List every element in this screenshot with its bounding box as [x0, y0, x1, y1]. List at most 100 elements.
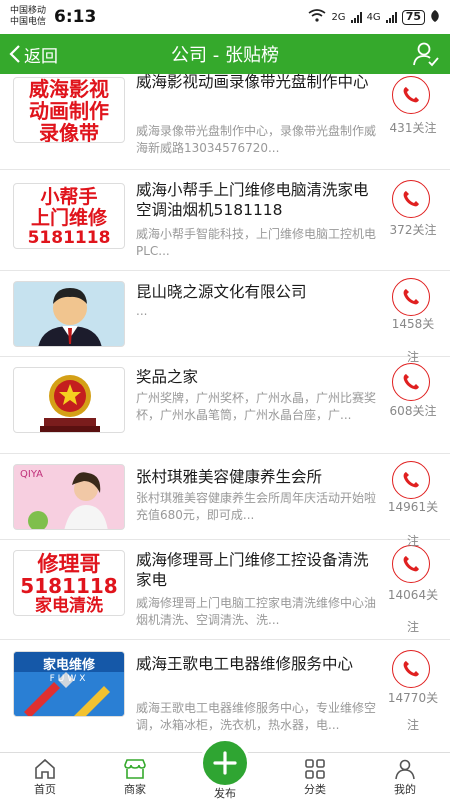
call-button[interactable]: [392, 76, 430, 114]
tab-category[interactable]: 分类: [280, 753, 350, 801]
phone-icon: [403, 87, 419, 103]
thumb-text: 动画制作: [29, 99, 109, 123]
phone-icon: [403, 289, 419, 305]
list-item[interactable]: 威海影视 动画制作 录像带 威海影视动画录像带光盘制作中心 威海录像带光盘制作中…: [0, 74, 450, 170]
company-name: 奖品之家: [136, 368, 199, 386]
tab-publish-label: 发布: [214, 787, 236, 800]
company-desc: ...: [136, 304, 148, 318]
list-item[interactable]: 修理哥 5181118 家电清洗 威海修理哥上门维修工控设备清洗家电 威海修理哥…: [0, 540, 450, 640]
phone-icon: [403, 191, 419, 207]
company-desc: 张村琪雅美容健康养生会所周年庆活动开始啦 充值680元，即可成...: [136, 491, 386, 522]
thumb-text: 小帮手: [40, 186, 98, 208]
item-thumbnail: QIYA: [13, 464, 125, 530]
back-button[interactable]: 返回: [0, 34, 90, 74]
follow-count: 14064关: [387, 588, 439, 602]
list-item[interactable]: 奖品之家 广州奖牌，广州奖杯，广州水晶，广州比赛奖杯，广州水晶笔筒，广州水晶台座…: [0, 357, 450, 454]
phone-icon: [403, 556, 419, 572]
follow-count-wrap: 注: [406, 620, 419, 634]
company-name: 威海小帮手上门维修电脑清洗家电空调油烟机5181118: [136, 181, 369, 219]
company-desc: 广州奖牌，广州奖杯，广州水晶，广州比赛奖杯，广州水晶笔筒，广州水晶台座，广...: [136, 391, 377, 422]
tab-label: 我的: [394, 783, 416, 796]
network-4g-label: 4G: [366, 11, 381, 23]
item-thumbnail: 修理哥 5181118 家电清洗: [13, 550, 125, 616]
tab-merchant[interactable]: 商家: [100, 753, 170, 801]
thumb-text: 录像带: [39, 121, 99, 143]
user-icon: [395, 759, 415, 780]
follow-count: 431关注: [389, 121, 437, 135]
leaf-icon: [430, 9, 440, 25]
company-name: 昆山晓之源文化有限公司: [136, 283, 307, 301]
call-button[interactable]: [392, 461, 430, 499]
store-icon: [124, 759, 146, 779]
home-icon: [35, 758, 55, 779]
avatar-icon: [38, 288, 102, 346]
item-thumbnail: [13, 281, 125, 347]
tab-label: 商家: [124, 783, 146, 796]
tab-home[interactable]: 首页: [10, 753, 80, 801]
grid-icon: [305, 759, 325, 779]
thumb-text: 上门维修: [30, 207, 107, 229]
company-name: 威海影视动画录像带光盘制作中心: [136, 74, 369, 91]
publish-button[interactable]: [200, 738, 250, 788]
nav-bar: 返回 公司 - 张贴榜: [0, 34, 450, 74]
tab-label: 分类: [304, 783, 326, 796]
tab-label: 首页: [34, 783, 56, 796]
list-item[interactable]: 昆山晓之源文化有限公司 ... 1458关: [0, 271, 450, 357]
thumb-text: QIYA: [20, 469, 43, 480]
call-button[interactable]: [392, 180, 430, 218]
call-button[interactable]: [392, 278, 430, 316]
follow-count: 372关注: [389, 223, 437, 237]
follow-count: 14770关: [387, 691, 439, 705]
status-bar: 中国移动 中国电信 6:13 2G 4G 75: [0, 0, 450, 34]
phone-icon: [403, 374, 419, 390]
clock: 6:13: [54, 7, 97, 27]
follow-count-wrap: 注: [406, 350, 419, 364]
signal-icon-2: [385, 11, 397, 23]
company-desc: 威海王歌电工电器维修服务中心，专业维修空调，冰箱冰柜，洗衣机，热水器，电...: [136, 701, 377, 732]
call-button[interactable]: [392, 650, 430, 688]
company-name: 威海修理哥上门维修工控设备清洗家电: [136, 551, 369, 589]
emblem-icon: [40, 375, 100, 432]
call-button[interactable]: [392, 363, 430, 401]
follow-count-wrap: 注: [406, 718, 419, 732]
thumb-text: 5181118: [27, 228, 111, 248]
call-button[interactable]: [392, 545, 430, 583]
follow-count: 608关注: [389, 404, 437, 418]
battery-level: 75: [401, 9, 425, 25]
chevron-left-icon: [9, 45, 20, 63]
phone-icon: [403, 661, 419, 677]
company-desc: 威海录像带光盘制作中心，录像带光盘制作威海新威路13034576720...: [136, 124, 377, 155]
follow-count: 14961关: [387, 500, 439, 514]
thumb-text: 家电清洗: [35, 596, 103, 616]
company-list: 威海影视 动画制作 录像带 威海影视动画录像带光盘制作中心 威海录像带光盘制作中…: [0, 74, 450, 752]
phone-icon: [403, 472, 419, 488]
thumb-text: FUWX: [49, 674, 89, 684]
status-indicators: 2G 4G 75: [308, 9, 440, 25]
wifi-icon: [308, 9, 326, 25]
user-check-icon[interactable]: [412, 41, 440, 67]
item-thumbnail: 小帮手 上门维修 5181118: [13, 183, 125, 249]
list-item[interactable]: QIYA 张村琪雅美容健康养生会所 张村琪雅美容健康养生会所周年庆活动开始啦 充…: [0, 454, 450, 540]
thumb-text: 5181118: [20, 574, 118, 598]
carrier-2: 中国电信: [10, 17, 47, 27]
tab-mine[interactable]: 我的: [370, 753, 440, 801]
thumb-text: 修理哥: [37, 552, 101, 576]
company-name: 威海王歌电工电器维修服务中心: [136, 655, 354, 673]
company-name: 张村琪雅美容健康养生会所: [136, 468, 323, 486]
item-thumbnail: 威海影视 动画制作 录像带: [13, 77, 125, 143]
network-2g-label: 2G: [331, 11, 346, 23]
carrier-1: 中国移动: [10, 6, 47, 16]
back-label: 返回: [24, 46, 58, 67]
company-desc: 威海修理哥上门电脑工控家电清洗维修中心油烟机清洗、空调清洗、洗...: [136, 596, 377, 627]
follow-count-wrap: 注: [406, 534, 419, 548]
carrier-labels: 中国移动 中国电信: [10, 6, 46, 28]
thumb-text: 家电维修: [42, 658, 95, 673]
item-thumbnail: [13, 367, 125, 433]
company-desc: 威海小帮手智能科技，上门维修电脑工控机电PLC...: [136, 227, 377, 258]
list-item[interactable]: 小帮手 上门维修 5181118 威海小帮手上门维修电脑清洗家电空调油烟机518…: [0, 170, 450, 271]
signal-icon: [350, 11, 362, 23]
thumb-text: 威海影视: [29, 77, 109, 101]
list-item[interactable]: 家电维修 FUWX 威海王歌电工电器维修服务中心 威海王歌电工电器维修服务中心，…: [0, 640, 450, 752]
item-thumbnail: 家电维修 FUWX: [13, 651, 125, 717]
follow-count: 1458关: [391, 317, 435, 331]
